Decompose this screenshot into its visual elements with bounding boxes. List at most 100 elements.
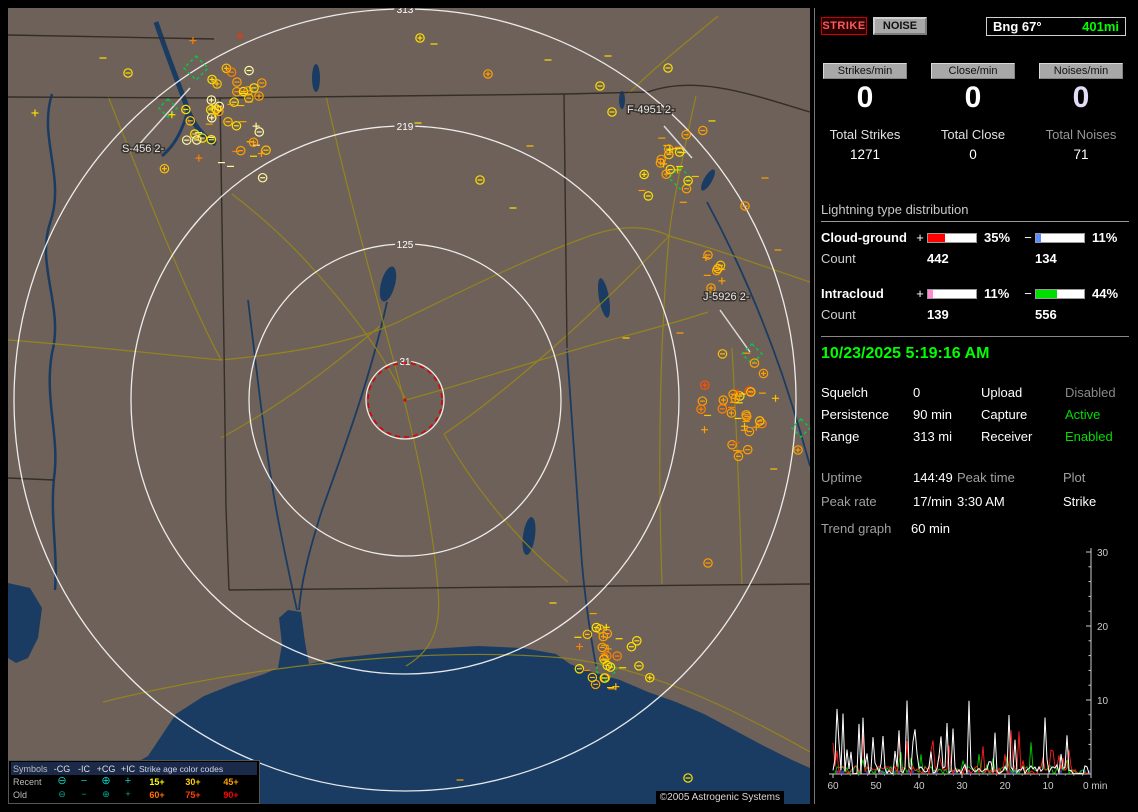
legend-col-nic: -IC [78, 763, 90, 774]
plus-sign: + [916, 286, 924, 301]
bearing-distance-readout: Bng 67° 401mi [986, 16, 1126, 36]
ic-minus-percent: 44% [1092, 286, 1119, 301]
close-per-min-value: 0 [964, 81, 982, 114]
svg-text:60: 60 [827, 781, 839, 792]
trend-graph-label-row: Trend graph 60 min [821, 521, 1130, 536]
svg-text:40: 40 [913, 781, 925, 792]
cg-count-label: Count [821, 251, 856, 266]
legend-age-60: 60+ [149, 789, 165, 800]
upload-status: Disabled [1065, 385, 1116, 400]
squelch-label: Squelch [821, 385, 868, 400]
legend-symbols-header: Symbols [13, 763, 48, 774]
trend-graph: 10 20 30 60 50 40 30 20 10 0 min [827, 548, 1109, 792]
peak-time-value: 3:30 AM [957, 494, 1005, 509]
peak-rate-label: Peak rate [821, 494, 877, 509]
range-value: 313 mi [913, 429, 953, 444]
ic-plus-count: 139 [927, 307, 949, 322]
legend-old-ncg-icon: ⊖ [58, 789, 66, 799]
svg-text:20: 20 [999, 781, 1011, 792]
svg-text:30: 30 [956, 781, 968, 792]
total-close-value: 0 [969, 147, 977, 162]
trend-graph-duration: 60 min [910, 521, 950, 536]
svg-text:30: 30 [1097, 548, 1109, 559]
indicator-row: STRIKE NOISE Bng 67° 401mi [821, 16, 1130, 36]
receiver-label: Receiver [981, 429, 1033, 444]
svg-text:313: 313 [397, 8, 414, 16]
total-strikes-label: Total Strikes [829, 127, 901, 142]
distribution-title: Lightning type distribution [821, 202, 1129, 222]
peak-time-label: Peak time [957, 470, 1015, 485]
capture-status: Active [1065, 407, 1101, 422]
legend-old-pic-icon: + [125, 789, 131, 799]
legend-age-90: 90+ [223, 789, 239, 800]
svg-text:10: 10 [1097, 696, 1109, 707]
legend-old-nic-icon: − [81, 789, 87, 799]
ic-plus-percent: 11% [984, 286, 1010, 301]
legend-old-pcg-icon: ⊕ [102, 789, 110, 799]
uptime-value: 144:49 [913, 470, 953, 485]
noises-per-min-button[interactable]: Noises/min [1039, 63, 1123, 79]
lightning-type-distribution: Lightning type distribution Cloud-ground… [821, 202, 1129, 322]
map-legend: Symbols -CG -IC +CG +IC Strike age color… [8, 760, 260, 804]
ic-minus-bar [1035, 288, 1085, 299]
current-datetime: 10/23/2025 5:19:16 AM [821, 345, 990, 362]
legend-recent-ncg-icon: ⊖ [57, 775, 67, 787]
legend-age-header: Strike age color codes [139, 763, 224, 774]
legend-age-45: 45+ [223, 776, 239, 787]
legend-col-pic: +IC [120, 763, 136, 774]
totals-row: Total Strikes 1271 Total Close 0 Total N… [821, 127, 1130, 162]
svg-text:F-4951 2-: F-4951 2- [627, 104, 675, 116]
legend-recent-pcg-icon: ⊕ [101, 775, 111, 787]
legend-recent-label: Recent [13, 776, 42, 787]
status-sidebar: STRIKE NOISE Bng 67° 401mi Strikes/min 0… [814, 8, 1130, 804]
legend-col-ncg: -CG [53, 763, 71, 774]
copyright-text: ©2005 Astrogenic Systems [655, 791, 784, 804]
cg-minus-bar [1035, 232, 1085, 243]
strikes-per-min-button[interactable]: Strikes/min [823, 63, 907, 79]
cloud-ground-label: Cloud-ground [821, 230, 907, 245]
total-close-label: Total Close [940, 127, 1006, 142]
svg-text:10: 10 [1042, 781, 1054, 792]
capture-label: Capture [981, 407, 1028, 422]
settings-panel: Squelch 0 Upload Disabled Persistence 90… [821, 385, 1129, 444]
receiver-status: Enabled [1065, 429, 1113, 444]
svg-text:S-456 2-: S-456 2- [122, 143, 165, 155]
total-strikes-value: 1271 [849, 147, 881, 162]
svg-text:J-5926 2-: J-5926 2- [703, 291, 750, 303]
ic-count-label: Count [821, 307, 856, 322]
uptime-label: Uptime [821, 470, 863, 485]
persistence-label: Persistence [821, 407, 889, 422]
legend-recent-pic-icon: + [124, 775, 132, 787]
minus-sign: − [1024, 230, 1032, 245]
peak-rate-value: 17/min [913, 494, 953, 509]
svg-text:125: 125 [397, 240, 414, 251]
plus-sign: + [916, 230, 924, 245]
cg-minus-percent: 11% [1092, 230, 1118, 245]
ic-plus-bar [927, 288, 977, 299]
svg-text:20: 20 [1097, 622, 1109, 633]
squelch-value: 0 [913, 385, 921, 400]
lightning-map[interactable]: 313 219 125 31 S-456 2- F-4951 2- J-5926 2- S… [8, 8, 810, 804]
svg-text:0 min: 0 min [1083, 781, 1107, 792]
legend-age-30: 30+ [185, 776, 201, 787]
cg-plus-percent: 35% [984, 230, 1011, 245]
legend-col-pcg: +CG [96, 763, 116, 774]
range-label: Range [821, 429, 860, 444]
strike-indicator-button[interactable]: STRIKE [821, 17, 867, 35]
close-per-min-button[interactable]: Close/min [931, 63, 1015, 79]
trend-graph-label: Trend graph [821, 521, 892, 536]
plot-label: Plot [1063, 470, 1086, 485]
map-canvas[interactable]: 31321912531 S-456 2-F-4951 2-J-5926 2- [8, 8, 810, 804]
section-divider [821, 336, 1129, 337]
noise-indicator-button[interactable]: NOISE [873, 17, 927, 35]
svg-text:219: 219 [397, 122, 414, 133]
cg-minus-count: 134 [1035, 251, 1057, 266]
minus-sign: − [1024, 286, 1032, 301]
plot-value: Strike [1063, 494, 1097, 509]
legend-old-label: Old [13, 789, 28, 800]
distance-value: 401mi [1082, 18, 1119, 34]
bearing-value: Bng 67° [993, 18, 1042, 34]
ic-minus-count: 556 [1035, 307, 1057, 322]
legend-age-15: 15+ [149, 776, 165, 787]
total-noises-value: 71 [1073, 147, 1089, 162]
